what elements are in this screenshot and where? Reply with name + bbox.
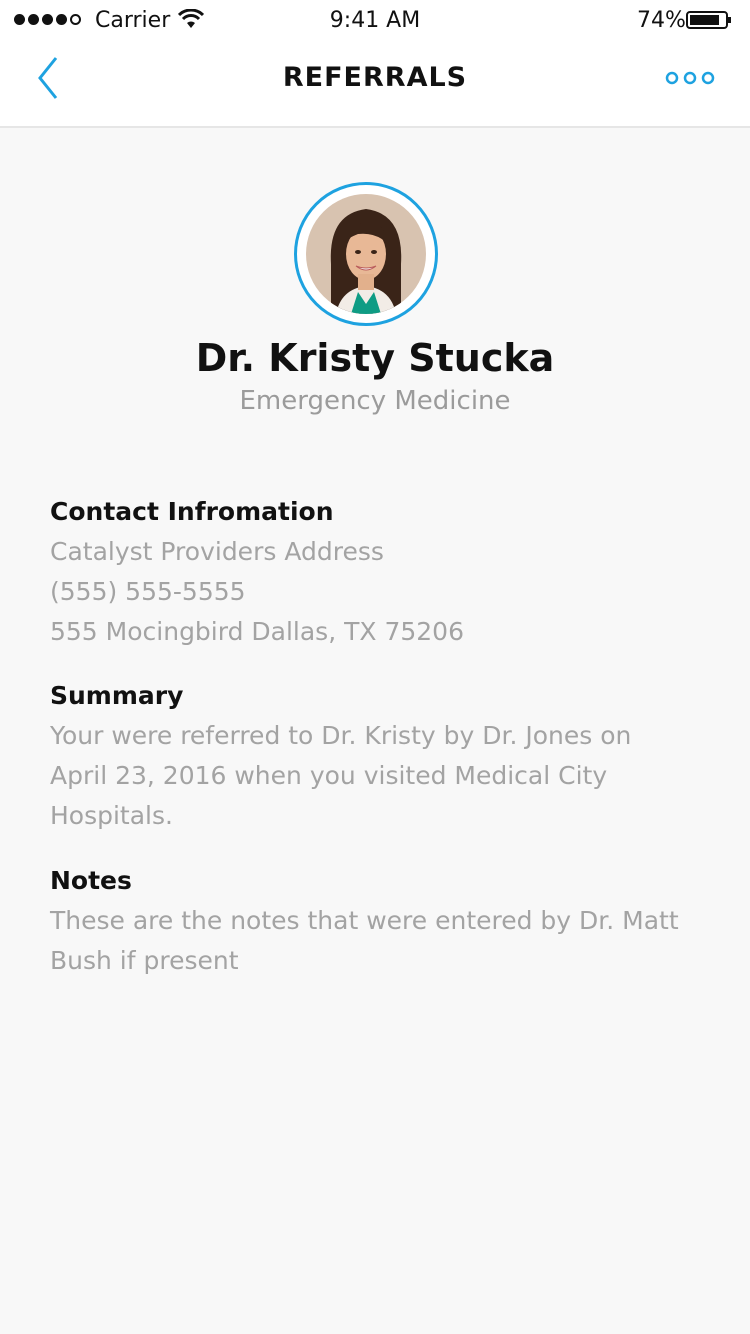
- contact-phone[interactable]: (555) 555-5555: [50, 577, 246, 606]
- summary-line: Hospitals.: [50, 801, 173, 830]
- nav-bar: REFERRALS: [0, 40, 750, 128]
- more-dots-icon[interactable]: [664, 68, 716, 88]
- notes-line: These are the notes that were entered by…: [50, 906, 679, 935]
- contact-line: Catalyst Providers Address: [50, 537, 384, 566]
- summary-heading: Summary: [50, 681, 184, 710]
- doctor-name: Dr. Kristy Stucka: [195, 336, 555, 380]
- doctor-avatar-photo: [306, 194, 426, 314]
- battery-icon: [686, 11, 731, 29]
- page-title: REFERRALS: [282, 62, 468, 93]
- notes-line: Bush if present: [50, 946, 239, 975]
- contact-address[interactable]: 555 Mocingbird Dallas, TX 75206: [50, 617, 464, 646]
- status-bar: Carrier 9:41 AM 74%: [0, 0, 750, 40]
- summary-line: Your were referred to Dr. Kristy by Dr. …: [50, 721, 632, 750]
- notes-heading: Notes: [50, 866, 132, 895]
- avatar: [294, 182, 438, 326]
- doctor-specialty: Emergency Medicine: [239, 386, 511, 416]
- battery-percent: 74%: [637, 8, 686, 33]
- contact-heading: Contact Infromation: [50, 497, 334, 526]
- summary-line: April 23, 2016 when you visited Medical …: [50, 761, 608, 790]
- header: Carrier 9:41 AM 74% REFERRALS: [0, 0, 750, 128]
